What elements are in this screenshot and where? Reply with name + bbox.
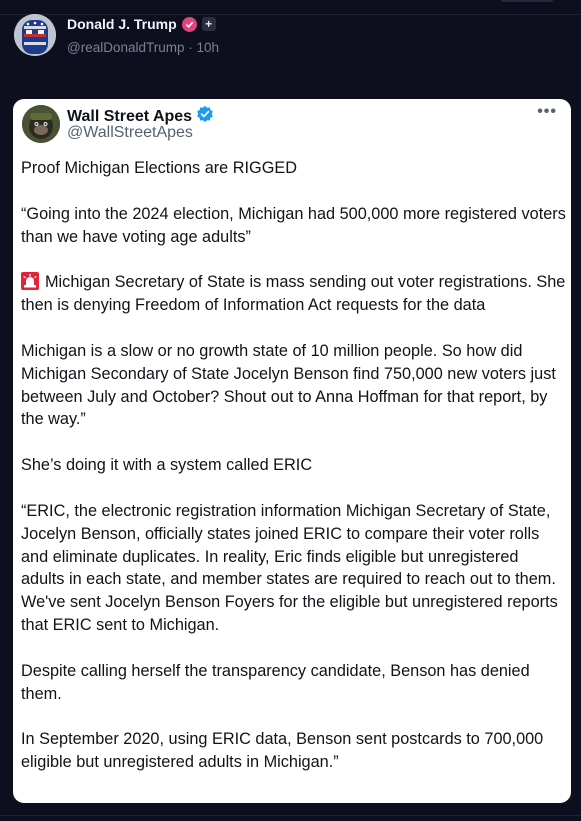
author-avatar[interactable] [14, 14, 56, 56]
quoted-author-avatar[interactable] [22, 105, 60, 143]
more-options-icon[interactable]: ••• [537, 103, 557, 121]
scroll-indicator [501, 0, 553, 2]
author-handle-time: @realDonaldTrump · 10h [67, 40, 220, 55]
paragraph: “ERIC, the electronic registration infor… [21, 501, 558, 634]
verified-badge-icon [196, 105, 214, 128]
quoted-author-name[interactable]: Wall Street Apes [67, 108, 192, 126]
bottom-divider [0, 815, 581, 816]
quoted-post-card[interactable]: Wall Street Apes @WallStreetApes ••• Pro… [13, 99, 571, 803]
paragraph: Proof Michigan Elections are RIGGED [21, 159, 297, 177]
paragraph-text: Michigan Secretary of State is mass send… [21, 273, 566, 315]
post-header: Donald J. Trump + @realDonaldTrump · 10h [14, 14, 567, 62]
author-name-row: Donald J. Trump + [67, 16, 216, 32]
siren-icon [21, 272, 39, 291]
quoted-handle[interactable]: @WallStreetApes [67, 124, 193, 142]
verified-pink-icon [181, 16, 197, 32]
paragraph: “Going into the 2024 election, Michigan … [21, 204, 566, 246]
plus-icon[interactable]: + [201, 17, 216, 31]
paragraph: She’s doing it with a system called ERIC [21, 456, 313, 475]
quoted-post-text: Proof Michigan Elections are RIGGED “Goi… [21, 157, 566, 774]
paragraph: Despite calling herself the transparency… [21, 661, 530, 703]
avatar-image [14, 14, 56, 56]
paragraph: Michigan is a slow or no growth state of… [21, 341, 556, 429]
author-display-name[interactable]: Donald J. Trump [67, 16, 177, 32]
paragraph: In September 2020, using ERIC data, Bens… [21, 730, 544, 772]
paragraph: Michigan Secretary of State is mass send… [21, 271, 566, 317]
ape-avatar-image [22, 105, 60, 143]
